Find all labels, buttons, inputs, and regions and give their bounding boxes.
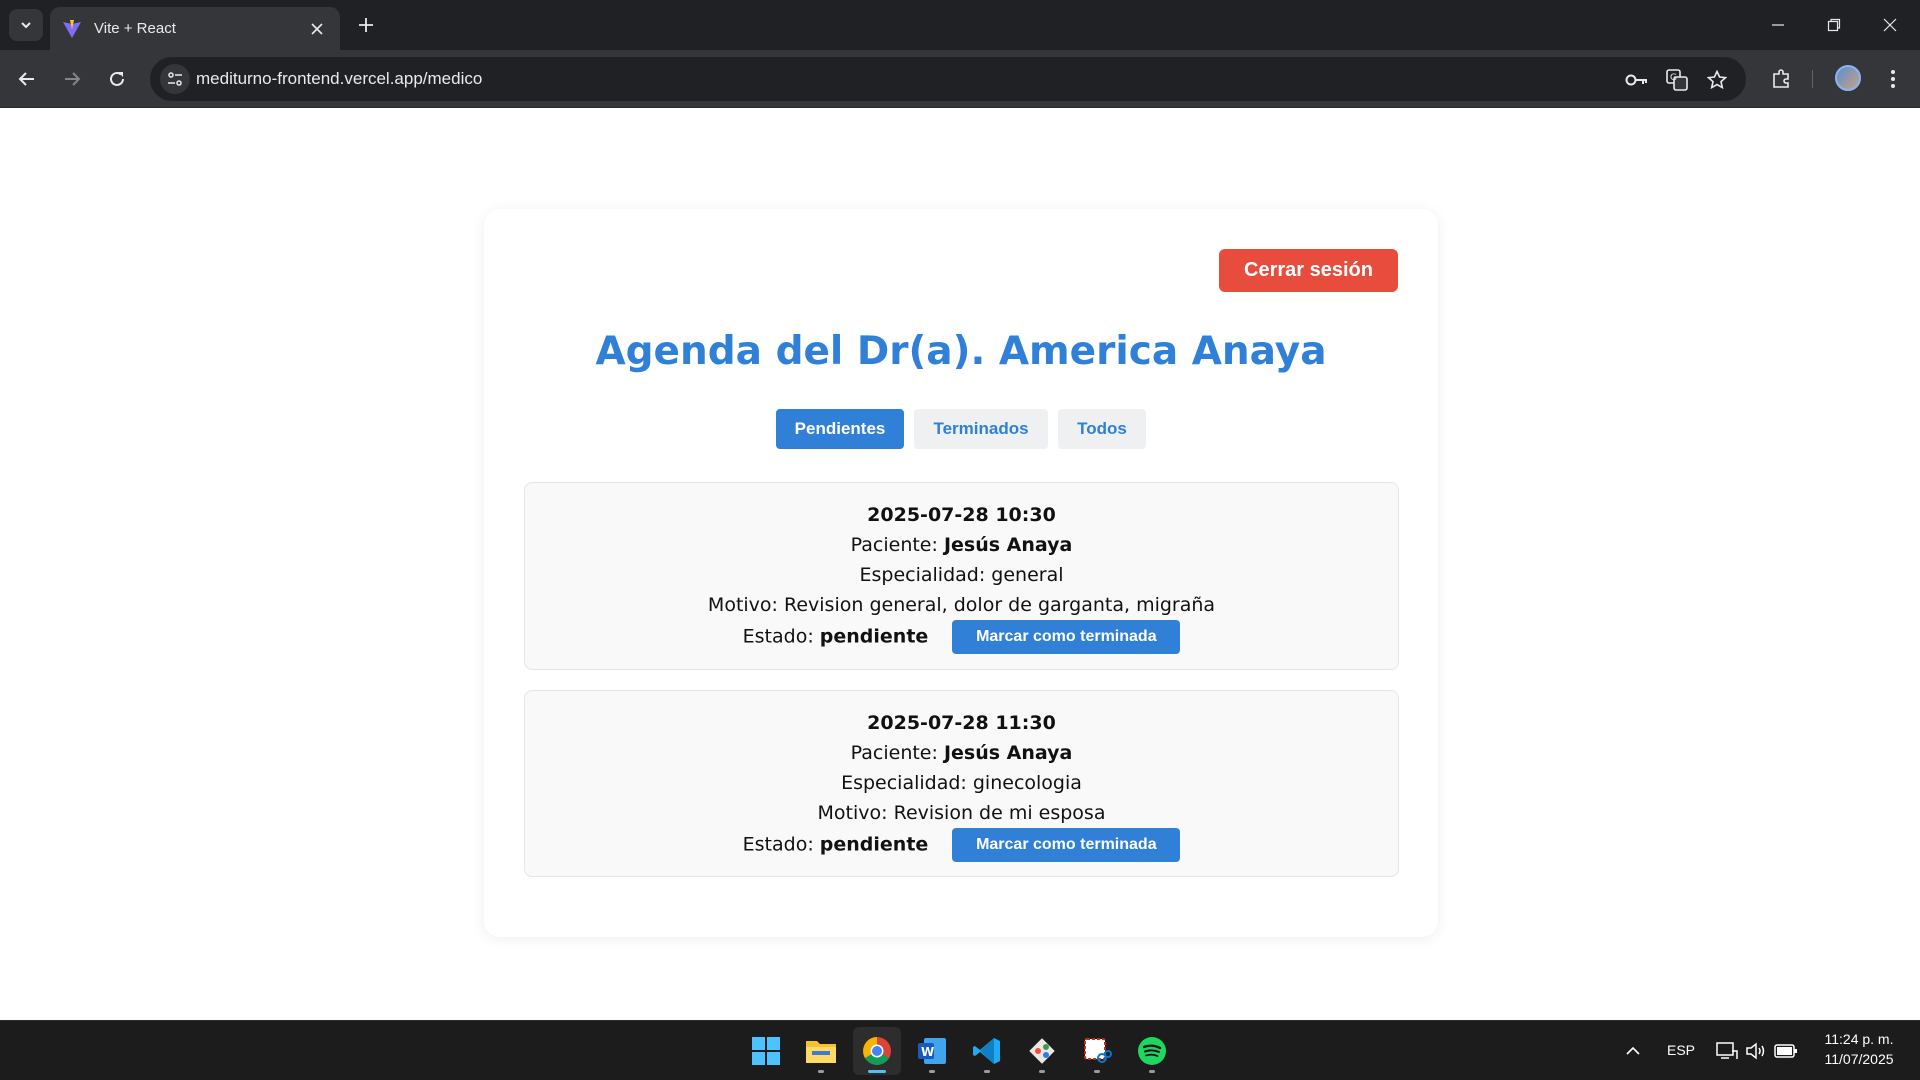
status-filter-tabs: Pendientes Terminados Todos [484,409,1438,449]
clock-time[interactable]: 11:24 p. m. [1822,1031,1896,1047]
appointment-patient: Paciente: Jesús Anaya [525,530,1398,560]
minimize-button[interactable] [1750,0,1806,50]
appointment-status: Estado: pendiente Marcar como terminada [525,620,1398,654]
appointment-datetime: 2025-07-28 11:30 [867,712,1056,734]
active-indicator [868,1070,886,1073]
appointment-specialty: Especialidad: ginecologia [525,768,1398,798]
back-button[interactable] [12,64,42,94]
running-indicator [1149,1070,1155,1073]
filter-pendientes-button[interactable]: Pendientes [776,409,904,449]
running-indicator [1039,1070,1045,1073]
new-tab-button[interactable] [352,11,380,39]
reload-button[interactable] [102,64,132,94]
chevron-down-icon [21,22,31,29]
browser-tab-bar: Vite + React [0,0,1920,50]
extensions-icon[interactable] [1766,64,1796,94]
page-viewport: Cerrar sesión Agenda del Dr(a). America … [0,109,1920,1020]
svg-text:G: G [1670,73,1677,83]
status-value: pendiente [819,833,929,856]
reason-value: Revision de mi esposa [893,802,1106,824]
browser-tab[interactable]: Vite + React [50,7,340,50]
password-key-icon[interactable] [1624,67,1650,93]
close-window-button[interactable] [1862,0,1918,50]
arrow-left-icon [18,72,34,86]
reason-label: Motivo: [707,594,778,616]
page-title: Agenda del Dr(a). America Anaya [595,329,1327,374]
volume-icon[interactable] [1744,1039,1768,1063]
running-indicator [1094,1070,1100,1073]
specialty-label: Especialidad: [859,564,986,586]
spotify-icon[interactable] [1128,1027,1176,1075]
bookmark-star-icon[interactable] [1704,67,1730,93]
svg-text:W: W [921,1045,934,1059]
appointment-reason: Motivo: Revision general, dolor de garga… [525,590,1398,620]
plus-icon [359,18,373,32]
site-info-button[interactable] [160,64,190,94]
arrow-right-icon [65,72,81,86]
chevron-up-icon[interactable] [1621,1039,1645,1063]
status-label: Estado: [742,625,814,648]
agenda-card: Cerrar sesión Agenda del Dr(a). America … [484,209,1438,937]
specialty-value: ginecologia [972,772,1082,794]
logout-button[interactable]: Cerrar sesión [1219,249,1398,292]
tab-search-button[interactable] [9,9,43,41]
running-indicator [984,1070,990,1073]
running-indicator [818,1070,824,1073]
patient-name: Jesús Anaya [943,534,1073,556]
filter-todos-button[interactable]: Todos [1058,409,1146,449]
minimize-icon [1772,24,1784,26]
profile-avatar[interactable] [1835,65,1861,91]
file-explorer-icon[interactable] [797,1027,845,1075]
patient-label: Paciente: [850,534,938,556]
status-label: Estado: [742,833,814,856]
start-icon[interactable] [742,1027,790,1075]
battery-icon[interactable] [1774,1039,1798,1063]
url-text[interactable]: mediturno-frontend.vercel.app/medico [196,69,482,89]
restore-button[interactable] [1806,0,1862,50]
kebab-menu-icon[interactable] [1878,64,1908,94]
appointment-specialty: Especialidad: general [525,560,1398,590]
close-tab-icon[interactable] [306,18,328,40]
close-icon [1883,18,1897,32]
vscode-icon[interactable] [963,1027,1011,1075]
language-indicator[interactable]: ESP [1667,1042,1695,1058]
browser-toolbar: mediturno-frontend.vercel.app/medico G [0,50,1920,108]
appointment-status: Estado: pendiente Marcar como terminada [525,828,1398,862]
reason-value: Revision general, dolor de garganta, mig… [784,594,1216,616]
reason-label: Motivo: [817,802,888,824]
vite-icon [62,19,82,39]
tune-icon [168,72,182,86]
word-icon[interactable]: W [908,1027,956,1075]
appointment-reason: Motivo: Revision de mi esposa [525,798,1398,828]
running-indicator [929,1070,935,1073]
filter-terminados-button[interactable]: Terminados [914,409,1048,449]
snipping-tool-icon[interactable] [1073,1027,1121,1075]
appointment-patient: Paciente: Jesús Anaya [525,738,1398,768]
translate-icon[interactable]: G [1664,67,1690,93]
toolbar-divider [1812,70,1813,88]
restore-icon [1827,18,1841,32]
network-icon[interactable] [1715,1039,1739,1063]
appointment-card: 2025-07-28 10:30 Paciente: Jesús Anaya E… [524,482,1399,670]
patient-label: Paciente: [850,742,938,764]
mark-finished-button[interactable]: Marcar como terminada [952,828,1181,862]
chrome-icon[interactable] [853,1027,901,1075]
tab-title: Vite + React [94,20,176,37]
status-value: pendiente [819,625,929,648]
reload-icon [110,71,124,86]
git-icon[interactable] [1018,1027,1066,1075]
specialty-label: Especialidad: [841,772,967,794]
forward-button[interactable] [57,64,87,94]
patient-name: Jesús Anaya [943,742,1073,764]
appointment-card: 2025-07-28 11:30 Paciente: Jesús Anaya E… [524,690,1399,877]
appointment-datetime: 2025-07-28 10:30 [867,504,1056,526]
address-bar[interactable]: mediturno-frontend.vercel.app/medico G [150,57,1746,101]
os-taskbar: W ESP 11:24 p. m. 11/07/2025 [0,1020,1920,1080]
clock-date[interactable]: 11/07/2025 [1818,1051,1900,1067]
specialty-value: general [991,564,1064,586]
mark-finished-button[interactable]: Marcar como terminada [952,620,1181,654]
